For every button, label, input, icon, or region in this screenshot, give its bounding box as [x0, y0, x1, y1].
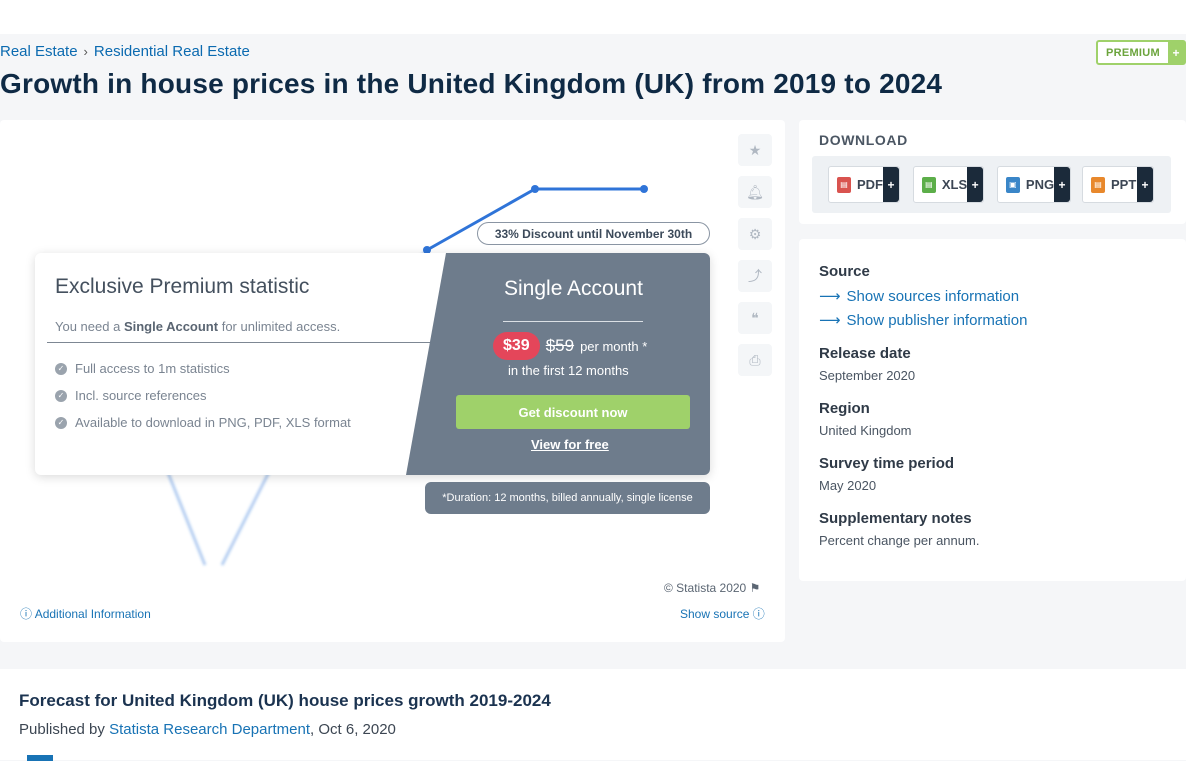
download-label: PPT: [1111, 177, 1137, 192]
share-icon[interactable]: ⤴: [738, 260, 772, 292]
show-source-link[interactable]: Show source ⓘ: [680, 605, 765, 622]
need-bold: Single Account: [123, 319, 219, 334]
premium-paywall: Exclusive Premium statistic You need a S…: [35, 253, 710, 475]
get-discount-button[interactable]: Get discount now: [456, 395, 690, 429]
arrow-right-icon: ⟶: [819, 312, 841, 329]
xls-icon: ▤: [922, 176, 936, 193]
breadcrumb-real-estate[interactable]: Real Estate: [0, 43, 78, 60]
duration-note: *Duration: 12 months, billed annually, s…: [425, 482, 710, 514]
show-publisher-link[interactable]: ⟶ Show publisher information: [819, 311, 1028, 330]
paywall-heading: Exclusive Premium statistic: [55, 275, 310, 298]
download-label: XLS: [941, 177, 968, 192]
breadcrumb-residential[interactable]: Residential Real Estate: [94, 43, 250, 60]
feature-item: ✓ Full access to 1m statistics: [55, 361, 230, 376]
chart-side-buttons: ★ 🔔︎ ⚙ ⤴ ❝ ⎙: [738, 134, 772, 376]
download-xls-button[interactable]: ▤ XLS +: [913, 166, 984, 203]
additional-info-link[interactable]: ⓘ Additional Information: [20, 605, 151, 622]
additional-info-label: Additional Information: [34, 607, 151, 621]
flag-icon[interactable]: ⚑: [750, 581, 761, 595]
pdf-icon: ▤: [837, 176, 851, 193]
region-value: United Kingdom: [819, 423, 912, 438]
png-icon: ▣: [1006, 176, 1020, 193]
supplementary-heading: Supplementary notes: [819, 510, 972, 527]
info-icon: ⓘ: [752, 607, 765, 621]
price-old: $59: [545, 336, 575, 355]
download-label: PDF: [857, 177, 883, 192]
paywall-need-text: You need a Single Account for unlimited …: [55, 319, 340, 334]
info-icon: ⓘ: [20, 607, 33, 621]
download-pdf-button[interactable]: ▤ PDF +: [828, 166, 900, 203]
first-12-months: in the first 12 months: [508, 363, 629, 378]
view-for-free-link[interactable]: View for free: [531, 437, 609, 452]
plus-icon: +: [1054, 167, 1070, 202]
check-icon: ✓: [55, 389, 67, 402]
chart-point: [531, 185, 539, 193]
source-heading: Source: [819, 263, 870, 280]
statistic-icon: [27, 755, 53, 761]
premium-plus: +: [1168, 42, 1184, 63]
release-date-heading: Release date: [819, 345, 911, 362]
feature-label: Incl. source references: [75, 388, 207, 403]
paywall-right: Single Account $39 $59 per month * in th…: [406, 253, 710, 475]
star-icon[interactable]: ★: [738, 134, 772, 166]
published-by-label: Published by: [19, 721, 105, 738]
download-card: DOWNLOAD ▤ PDF + ▤ XLS + ▣ PNG + ▤ PPT +: [799, 120, 1186, 224]
plus-icon: +: [883, 167, 899, 202]
price-per: per month *: [580, 338, 648, 354]
region-heading: Region: [819, 400, 870, 417]
breadcrumb: Real Estate › Residential Real Estate: [0, 43, 250, 60]
plus-icon: +: [1137, 167, 1153, 202]
feature-item: ✓ Available to download in PNG, PDF, XLS…: [55, 415, 351, 430]
top-bar: [0, 0, 1186, 34]
show-source-label: Show source: [680, 607, 750, 621]
related-title[interactable]: Forecast for United Kingdom (UK) house p…: [19, 691, 551, 711]
show-publisher-label: Show publisher information: [846, 311, 1028, 329]
price-now: $39: [493, 332, 540, 360]
ppt-icon: ▤: [1091, 176, 1105, 193]
publisher-link[interactable]: Statista Research Department: [109, 721, 310, 738]
show-sources-link[interactable]: ⟶ Show sources information: [819, 287, 1020, 306]
chart-point: [640, 185, 648, 193]
quote-icon[interactable]: ❝: [738, 302, 772, 334]
need-suffix: for unlimited access.: [221, 319, 341, 334]
copyright: © Statista 2020 ⚑: [664, 581, 760, 595]
discount-pill: 33% Discount until November 30th: [477, 222, 710, 245]
download-png-button[interactable]: ▣ PNG +: [997, 166, 1071, 203]
survey-period-heading: Survey time period: [819, 455, 955, 472]
download-ppt-button[interactable]: ▤ PPT +: [1082, 166, 1154, 203]
survey-period-value: May 2020: [819, 478, 877, 493]
page-title: Growth in house prices in the United Kin…: [0, 68, 943, 99]
feature-item: ✓ Incl. source references: [55, 388, 207, 403]
arrow-right-icon: ⟶: [819, 288, 841, 305]
publish-date: , Oct 6, 2020: [310, 721, 396, 738]
need-prefix: You need a: [55, 319, 121, 334]
feature-label: Full access to 1m statistics: [75, 361, 230, 376]
download-row: ▤ PDF + ▤ XLS + ▣ PNG + ▤ PPT +: [812, 156, 1171, 213]
premium-badge[interactable]: PREMIUM +: [1095, 40, 1186, 65]
bell-icon[interactable]: 🔔︎: [738, 176, 772, 208]
check-icon: ✓: [55, 362, 67, 375]
premium-label: PREMIUM: [1105, 46, 1160, 59]
price-row: $39 $59 per month *: [493, 332, 647, 360]
download-title: DOWNLOAD: [819, 132, 908, 148]
copyright-text: © Statista 2020: [664, 581, 747, 595]
related-section: Forecast for United Kingdom (UK) house p…: [0, 669, 1186, 761]
published-by: Published by Statista Research Departmen…: [19, 721, 396, 738]
plus-icon: +: [967, 167, 983, 202]
print-icon[interactable]: ⎙: [738, 344, 772, 376]
divider: [503, 321, 643, 322]
account-title: Single Account: [504, 277, 643, 300]
feature-label: Available to download in PNG, PDF, XLS f…: [75, 415, 351, 430]
release-date-value: September 2020: [819, 368, 916, 383]
statistic-details-card: Source ⟶ Show sources information ⟶ Show…: [799, 239, 1186, 581]
supplementary-value: Percent change per annum.: [819, 533, 980, 548]
gear-icon[interactable]: ⚙: [738, 218, 772, 250]
check-icon: ✓: [55, 416, 67, 429]
show-sources-label: Show sources information: [846, 287, 1020, 305]
download-label: PNG: [1025, 177, 1055, 192]
breadcrumb-separator: ›: [83, 44, 88, 59]
